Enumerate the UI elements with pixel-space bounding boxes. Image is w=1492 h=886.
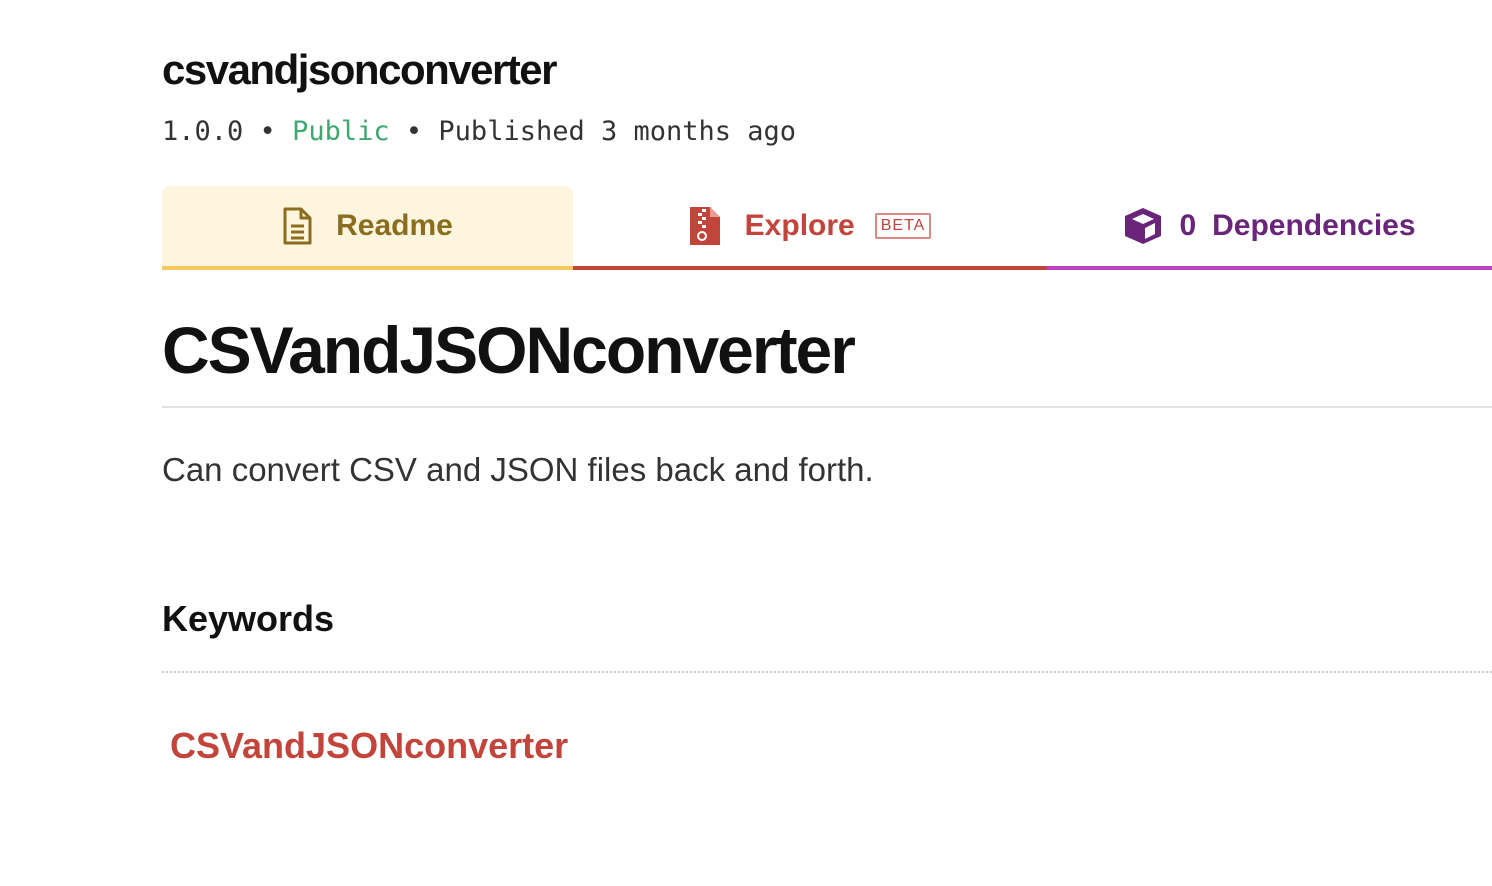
package-meta: 1.0.0 • Public • Published 3 months ago bbox=[162, 114, 796, 150]
dependencies-count: 0 bbox=[1179, 209, 1197, 242]
meta-separator: • bbox=[405, 116, 423, 147]
document-icon bbox=[282, 207, 312, 245]
package-name: csvandjsonconverter bbox=[162, 46, 558, 93]
tab-explore-label: Explore bbox=[744, 209, 855, 242]
meta-separator: • bbox=[259, 116, 276, 147]
box-icon bbox=[1123, 206, 1163, 246]
tab-readme-label: Readme bbox=[336, 209, 453, 242]
package-tabs: Readme Explore BETA 0 Dependencies bbox=[162, 186, 1492, 274]
readme-title: CSVandJSONconverter bbox=[162, 308, 1492, 408]
zip-file-icon bbox=[689, 206, 721, 246]
tab-dependencies[interactable]: 0 Dependencies bbox=[1047, 186, 1492, 270]
tab-dependencies-label: Dependencies bbox=[1212, 209, 1416, 242]
package-published: Published 3 months ago bbox=[438, 116, 797, 147]
package-visibility: Public bbox=[292, 116, 390, 147]
keywords-heading: Keywords bbox=[162, 598, 335, 639]
keywords-divider bbox=[162, 671, 1492, 673]
beta-badge: BETA bbox=[874, 213, 932, 239]
tab-readme[interactable]: Readme bbox=[162, 186, 573, 270]
readme-description: Can convert CSV and JSON files back and … bbox=[162, 451, 874, 488]
package-version: 1.0.0 bbox=[162, 116, 244, 147]
tab-explore[interactable]: Explore BETA bbox=[573, 186, 1047, 270]
keyword-link[interactable]: CSVandJSONconverter bbox=[170, 723, 568, 769]
